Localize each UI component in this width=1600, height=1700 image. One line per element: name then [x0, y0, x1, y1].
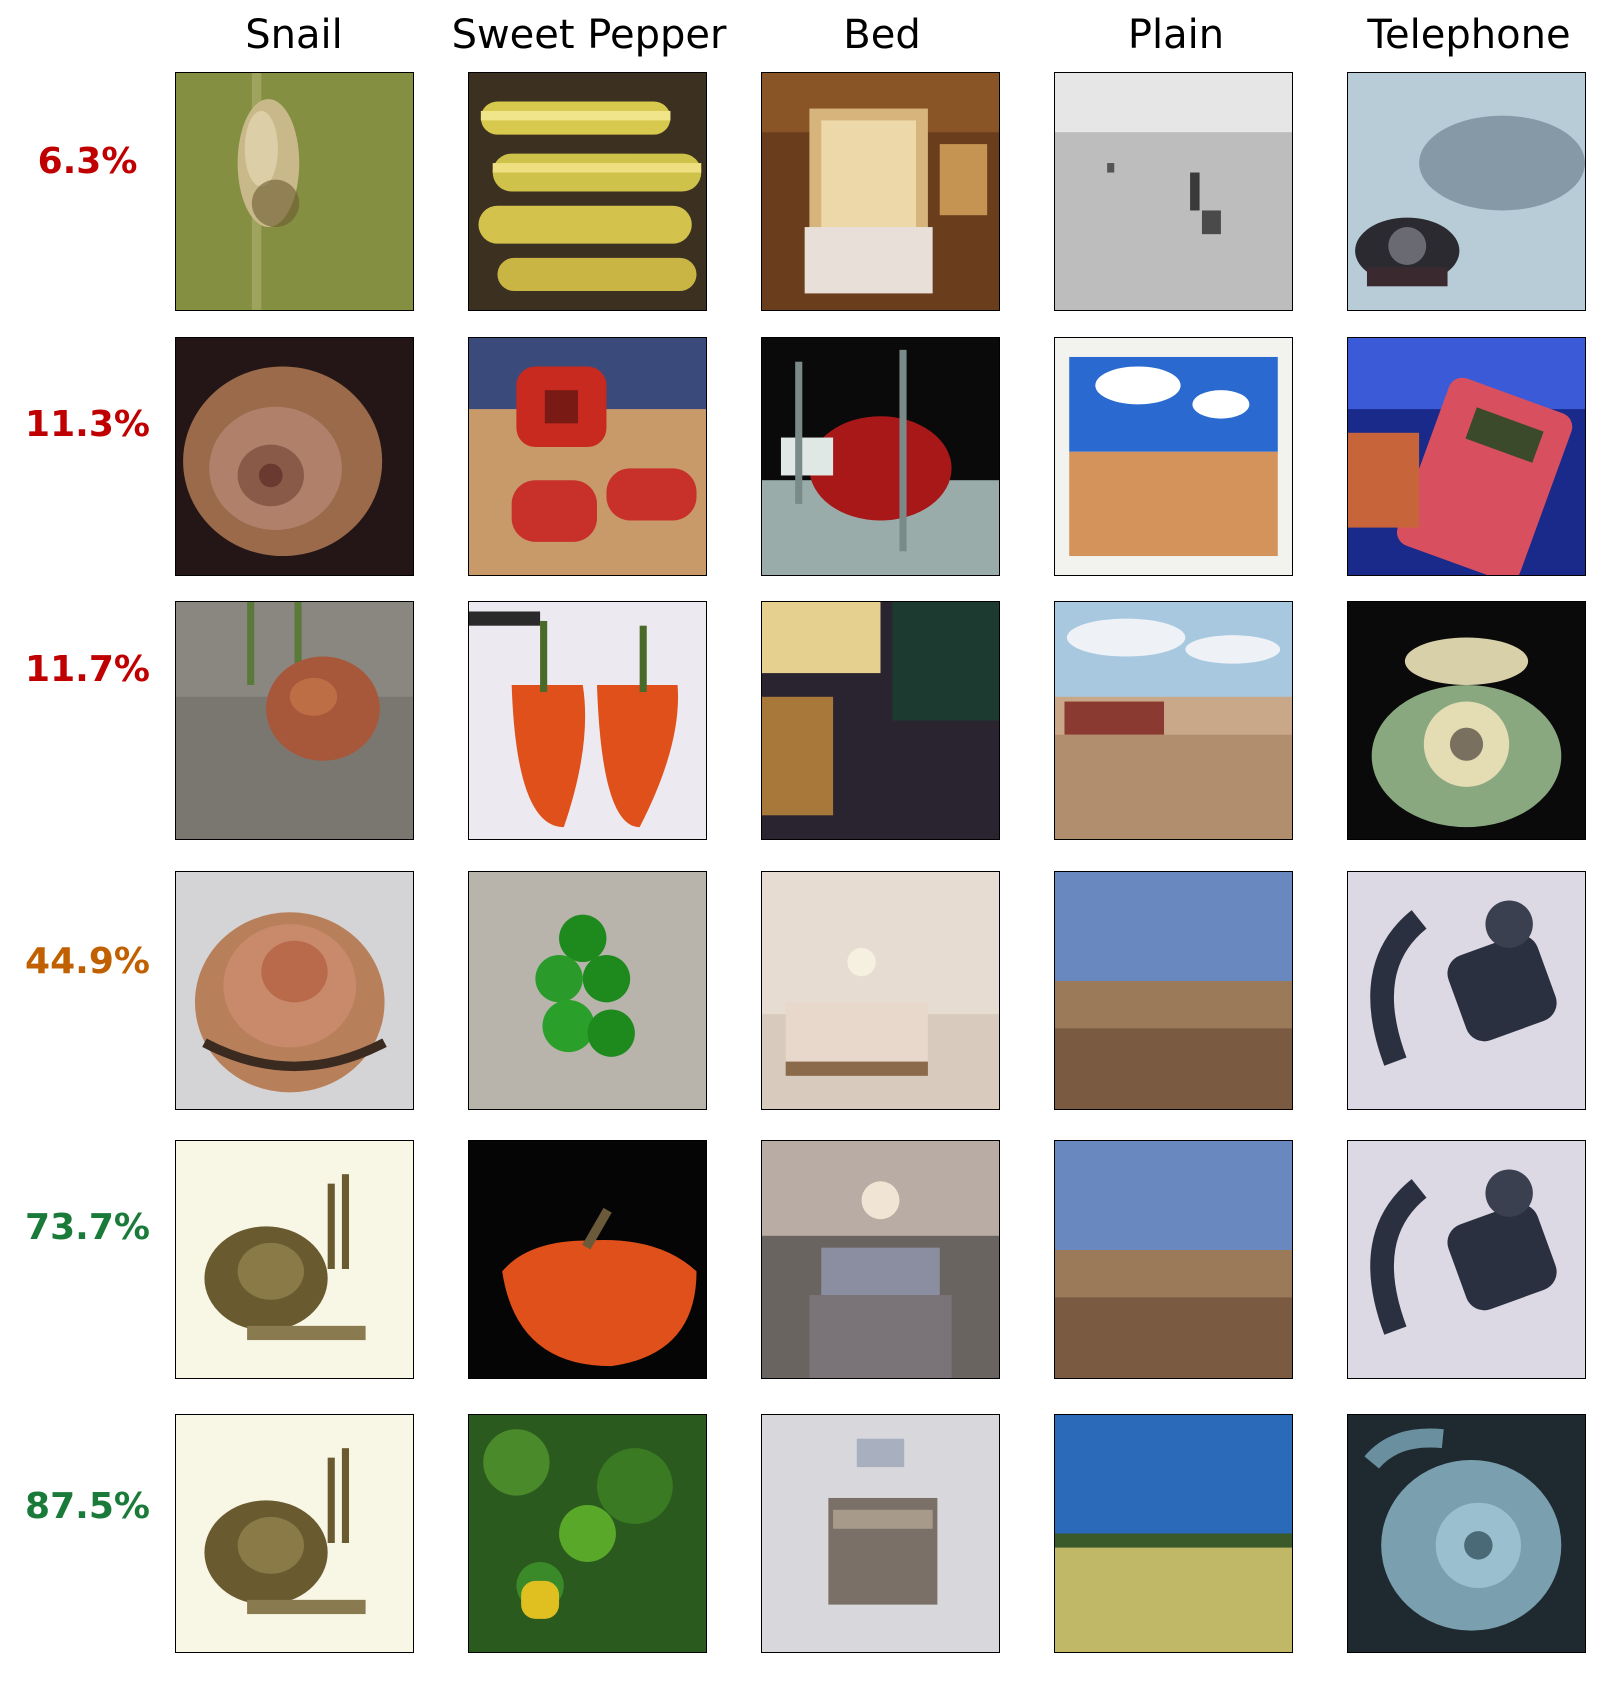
black-rotary-phone-image	[1347, 1140, 1586, 1379]
column-header-plain: Plain	[1127, 12, 1225, 58]
patterned-bed-image	[761, 1414, 1000, 1653]
grassland-plain-horizon-image	[1054, 1414, 1293, 1653]
row-label-percentage: 73.7%	[25, 1207, 150, 1248]
blue-rotary-phone-image	[1347, 1414, 1586, 1653]
snail-with-antennae-image	[175, 1140, 414, 1379]
column-header-snail: Snail	[245, 12, 343, 58]
column-header-bed: Bed	[843, 12, 921, 58]
dark-bedroom-corner-image	[761, 601, 1000, 840]
bed-with-red-blanket-image	[761, 337, 1000, 576]
row-label-percentage: 87.5%	[25, 1486, 150, 1527]
row-label-percentage: 11.7%	[25, 649, 150, 690]
column-header-sweet-pepper: Sweet Pepper	[451, 12, 727, 58]
black-rotary-phone-image	[1347, 871, 1586, 1110]
framed-plain-with-clouds-image	[1054, 337, 1293, 576]
orange-pepper-on-black-image	[468, 1140, 707, 1379]
striped-snail-shell-image	[175, 871, 414, 1110]
red-pepper-on-cutting-board-image	[468, 337, 707, 576]
row-label-percentage: 6.3%	[37, 141, 138, 182]
bed-in-bright-room-image	[761, 871, 1000, 1110]
sliced-yellow-peppers-image	[468, 72, 707, 311]
column-header-telephone: Telephone	[1367, 12, 1571, 58]
old-telephone-on-blue-gray-image	[1347, 72, 1586, 311]
plain-road-with-barn-image	[1054, 601, 1293, 840]
brown-snail-on-rock-image	[175, 601, 414, 840]
open-plain-blue-sky-image	[1054, 871, 1293, 1110]
grayscale-plain-with-figure-image	[1054, 72, 1293, 311]
halved-orange-pepper-image	[468, 601, 707, 840]
large-brown-snail-shell-image	[175, 337, 414, 576]
snail-on-stem-green-background-image	[175, 72, 414, 311]
pink-calculator-phone-image	[1347, 337, 1586, 576]
canopy-bed-room-image	[761, 72, 1000, 311]
green-peppers-on-cloth-image	[468, 871, 707, 1110]
image-grid-figure: Snail Sweet Pepper Bed Plain Telephone 6…	[0, 0, 1600, 1700]
green-peppers-on-plant-image	[468, 1414, 707, 1653]
cream-rotary-phone-image	[1347, 601, 1586, 840]
row-label-percentage: 44.9%	[25, 941, 150, 982]
open-plain-blue-sky-image	[1054, 1140, 1293, 1379]
row-label-percentage: 11.3%	[25, 404, 150, 445]
snail-with-antennae-image	[175, 1414, 414, 1653]
hotel-bedroom-image	[761, 1140, 1000, 1379]
